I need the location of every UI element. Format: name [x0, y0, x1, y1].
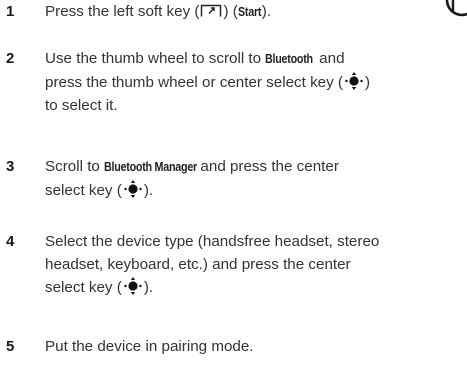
menu-label-bluetooth: Bluetooth [265, 52, 314, 66]
step-text: Use the thumb wheel to scroll to Bluetoo… [45, 47, 450, 117]
step-text-segment: ). [143, 279, 154, 296]
step-number: 4 [6, 233, 15, 250]
step-text: Press the left soft key ( ) (Start). [45, 0, 450, 24]
step-text-segment: Press the left soft key ( [45, 3, 200, 20]
step-text-segment: ). [261, 3, 272, 20]
step-text-segment: press the thumb wheel or center select k… [45, 74, 343, 91]
step-number: 3 [6, 158, 15, 175]
step-text-segment: Use the thumb wheel to scroll to [45, 50, 266, 67]
step-text-segment: ) ( [223, 3, 238, 20]
menu-label-bluetooth-manager: Bluetooth Manager [104, 160, 198, 174]
key-label-start: Start [237, 5, 262, 19]
step-text: Scroll to Bluetooth Manager and press th… [45, 155, 450, 202]
step-text-segment: ) [364, 74, 371, 91]
step-text-segment: Put the device in pairing mode. [45, 338, 254, 355]
step-number: 1 [6, 3, 15, 20]
step-text-segment: and press the center [196, 158, 339, 175]
step-text: Select the device type (handsfree headse… [45, 230, 450, 299]
step-text: Put the device in pairing mode. [45, 335, 450, 358]
step-text-segment: select key ( [45, 279, 122, 296]
step-text-segment: Scroll to [45, 158, 105, 175]
step-text-segment: headset, keyboard, etc.) and press the c… [45, 256, 351, 273]
instruction-page: 1 Press the left soft key ( ) (Start). 2… [0, 0, 467, 366]
step-text-segment: Select the device type (handsfree headse… [45, 233, 380, 250]
step-text-segment: and [314, 50, 345, 67]
step-text-segment: to select it. [45, 97, 118, 114]
center-select-key-icon [345, 72, 363, 90]
step-number: 5 [6, 338, 15, 355]
left-soft-key-icon [201, 4, 222, 17]
step-text-segment: select key ( [45, 182, 122, 199]
step-text-segment: ). [143, 182, 154, 199]
center-select-key-icon [124, 277, 142, 295]
step-number: 2 [6, 50, 15, 67]
center-select-key-icon [124, 180, 142, 198]
